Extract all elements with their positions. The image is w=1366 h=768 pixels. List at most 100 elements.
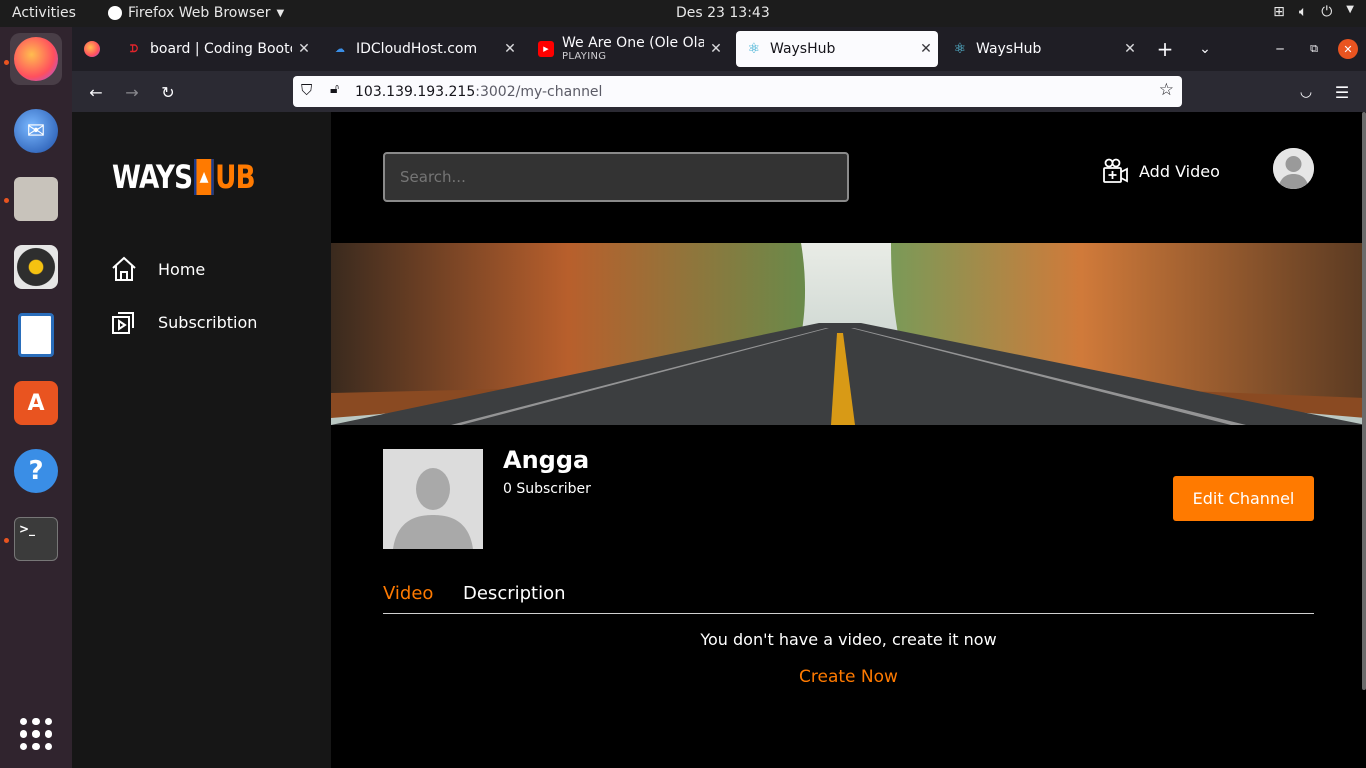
close-window-button[interactable]: ✕ (1332, 31, 1364, 67)
url-host: 103.139.193.215 (355, 83, 476, 100)
activities-button[interactable]: Activities (12, 5, 76, 21)
url-bar[interactable]: ⛉ 🔓︎ 103.139.193.215:3002/my-channel ☆ (293, 76, 1182, 107)
empty-state-message: You don't have a video, create it now (700, 630, 997, 649)
running-indicator (4, 198, 9, 203)
browser-tab[interactable]: ⚛ WaysHub ✕ (942, 31, 1142, 67)
dock-files[interactable] (10, 173, 62, 225)
dock-help[interactable]: ? (10, 445, 62, 497)
close-icon[interactable]: ✕ (704, 41, 728, 57)
web-page: WAYS ▲ UB Home Subscribtion Add Video (72, 112, 1366, 768)
play-logo-icon: ▲ (193, 159, 214, 195)
user-avatar-icon (1273, 148, 1314, 189)
clock[interactable]: Des 23 13:43 (676, 5, 770, 21)
hamburger-icon: ☰ (1334, 82, 1350, 102)
writer-icon (18, 313, 54, 357)
react-icon: ⚛ (747, 41, 761, 57)
firefox-view-button[interactable] (76, 31, 108, 67)
thunderbird-icon: ✉ (14, 109, 58, 153)
system-tray[interactable]: ⊞ 🔈︎ ⏻ ▼ (1273, 4, 1354, 20)
system-top-bar: Activities Firefox Web Browser ▼ Des 23 … (0, 0, 1366, 27)
sidebar-item-label: Subscribtion (158, 312, 258, 332)
running-indicator (4, 538, 9, 543)
page-scrollbar[interactable] (1362, 112, 1366, 690)
url-path: :3002/my-channel (475, 83, 603, 100)
minimize-icon: ─ (1276, 42, 1284, 56)
tab-title: WaysHub (976, 41, 1042, 57)
reload-icon: ↻ (161, 82, 175, 102)
show-apps-button[interactable] (10, 708, 62, 760)
insecure-lock-icon[interactable]: 🔓︎ (330, 81, 339, 97)
edit-channel-button[interactable]: Edit Channel (1173, 476, 1314, 521)
channel-avatar (383, 449, 483, 549)
dock-writer[interactable] (10, 309, 62, 361)
sidebar: WAYS ▲ UB Home Subscribtion (72, 112, 331, 768)
rhythmbox-icon (14, 245, 58, 289)
search-input[interactable] (383, 152, 849, 202)
tab-video[interactable]: Video (383, 583, 433, 604)
dock-thunderbird[interactable]: ✉ (10, 105, 62, 157)
plus-icon: + (1156, 37, 1174, 61)
power-icon: ⏻ (1321, 4, 1333, 20)
list-all-tabs-button[interactable]: ⌄ (1189, 31, 1221, 67)
forward-button[interactable]: → (117, 77, 147, 107)
tab-title: IDCloudHost.com (356, 41, 478, 57)
maximize-button[interactable]: ⧉ (1298, 31, 1330, 67)
dock-rhythmbox[interactable] (10, 241, 62, 293)
running-indicator (4, 60, 9, 65)
close-icon[interactable]: ✕ (1118, 41, 1142, 57)
channel-name: Angga (503, 446, 590, 474)
dock-terminal[interactable]: >_ (10, 513, 62, 565)
dumbways-icon: ᗪ (129, 43, 139, 55)
bookmark-star-icon[interactable]: ☆ (1159, 80, 1174, 100)
autumn-road-image (331, 243, 1366, 425)
new-tab-button[interactable]: + (1149, 31, 1181, 67)
react-icon: ⚛ (953, 41, 967, 57)
close-icon[interactable]: ✕ (292, 41, 316, 57)
wayshub-logo[interactable]: WAYS ▲ UB (112, 158, 256, 196)
browser-tab[interactable]: ᗪ board | Coding Bootcamp ✕ (116, 31, 316, 67)
create-now-label[interactable]: Create Now (799, 667, 898, 687)
browser-tab[interactable]: ☁ IDCloudHost.com ✕ (322, 31, 522, 67)
shield-icon[interactable]: ⛉ (301, 81, 312, 99)
channel-avatar-icon (383, 449, 483, 549)
volume-icon: 🔈︎ (1298, 4, 1308, 20)
navigation-toolbar: ← → ↻ ⛉ 🔓︎ 103.139.193.215:3002/my-chann… (72, 71, 1366, 112)
close-icon[interactable]: ✕ (914, 41, 938, 57)
tab-title: We Are One (Ole Ola) [ (562, 35, 704, 51)
create-now-link[interactable]: Create Now (383, 667, 1314, 687)
back-button[interactable]: ← (81, 77, 111, 107)
subscriber-count: 0 Subscriber (503, 481, 591, 497)
dock-firefox[interactable] (10, 33, 62, 85)
firefox-icon (14, 37, 58, 81)
browser-tab-selected[interactable]: ⚛ WaysHub ✕ (736, 31, 938, 67)
dock: ✉ A ? >_ (0, 27, 72, 768)
network-icon: ⊞ (1273, 4, 1285, 20)
pocket-icon: ◡ (1299, 84, 1313, 100)
restore-icon: ⧉ (1310, 42, 1318, 55)
tab-title-group: We Are One (Ole Ola) [ PLAYING (562, 36, 704, 62)
add-video-button[interactable]: Add Video (1102, 156, 1220, 186)
pocket-button[interactable]: ◡ (1291, 77, 1321, 107)
tab-description[interactable]: Description (463, 583, 566, 604)
channel-banner (331, 243, 1366, 425)
browser-tab[interactable]: ▶ We Are One (Ole Ola) [ PLAYING ✕ (528, 31, 728, 67)
reload-button[interactable]: ↻ (153, 77, 183, 107)
close-icon[interactable]: ✕ (498, 41, 522, 57)
sidebar-item-home[interactable]: Home (110, 255, 205, 283)
firefox-view-icon (84, 41, 100, 57)
sidebar-item-subscription[interactable]: Subscribtion (110, 308, 257, 336)
idcloudhost-icon: ☁ (335, 43, 345, 55)
minimize-button[interactable]: ─ (1264, 31, 1296, 67)
dock-software[interactable]: A (10, 377, 62, 429)
tab-divider (383, 613, 1314, 614)
user-avatar[interactable] (1273, 148, 1314, 189)
chevron-down-icon: ⌄ (1199, 41, 1211, 57)
grid-icon (20, 718, 52, 750)
app-menu-label: Firefox Web Browser (128, 5, 271, 21)
app-menu[interactable]: Firefox Web Browser ▼ (108, 5, 284, 21)
add-video-label: Add Video (1139, 161, 1220, 181)
files-icon (14, 177, 58, 221)
video-camera-add-icon (1103, 158, 1128, 183)
arrow-left-icon: ← (89, 82, 103, 102)
app-menu-button[interactable]: ☰ (1327, 77, 1357, 107)
